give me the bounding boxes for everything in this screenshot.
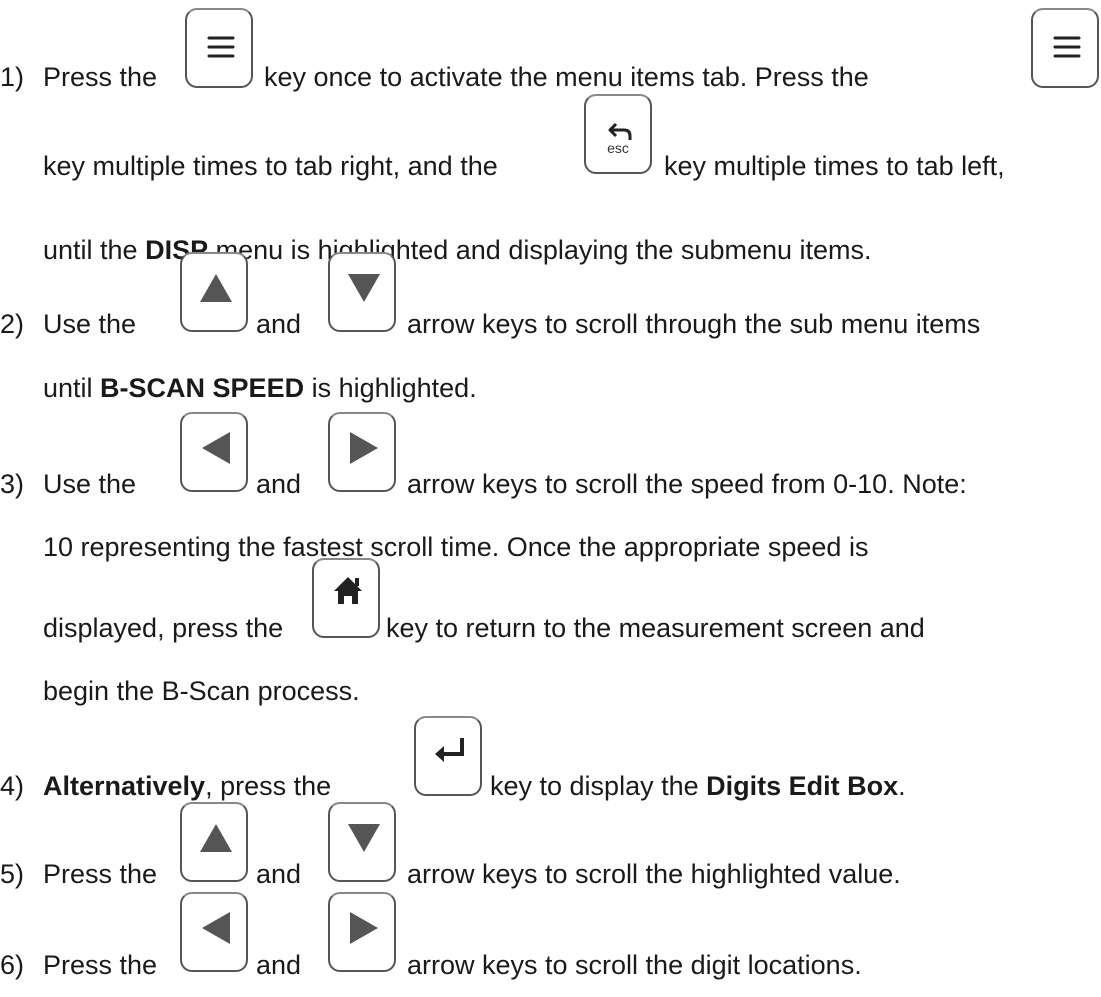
- step-number: 2): [0, 309, 25, 339]
- menu-key-icon: [1031, 8, 1099, 88]
- step-text: key to display the: [490, 771, 707, 801]
- step-text: until: [43, 373, 101, 403]
- step-text: and: [256, 469, 302, 499]
- home-key-icon: [312, 558, 380, 638]
- right-arrow-key-icon: [328, 892, 396, 972]
- menu-key-icon: [185, 8, 253, 88]
- step-text: arrow keys to scroll the speed from 0-10…: [407, 469, 967, 499]
- step-text: menu is highlighted and displaying the s…: [208, 235, 872, 265]
- step-text: key multiple times to tab right, and the: [43, 151, 498, 181]
- step-text: until the: [43, 235, 146, 265]
- up-arrow-key-icon: [180, 252, 248, 332]
- step-text: arrow keys to scroll the highlighted val…: [407, 859, 901, 889]
- down-arrow-key-icon: [328, 252, 396, 332]
- step-text: key to return to the measurement screen …: [386, 613, 925, 643]
- step-text: key once to activate the menu items tab.…: [264, 62, 869, 92]
- step-text: arrow keys to scroll through the sub men…: [407, 309, 981, 339]
- left-arrow-key-icon: [180, 412, 248, 492]
- step-text: and: [256, 950, 302, 980]
- right-arrow-key-icon: [328, 412, 396, 492]
- emphasis: Alternatively: [43, 771, 206, 801]
- step-number: 3): [0, 469, 25, 499]
- enter-key-icon: [414, 716, 482, 796]
- step-text: Press the: [43, 950, 158, 980]
- down-arrow-key-icon: [328, 802, 396, 882]
- step-text: Use the: [43, 469, 137, 499]
- esc-label: esc: [607, 140, 629, 156]
- step-number: 5): [0, 859, 25, 889]
- step-text: Use the: [43, 309, 137, 339]
- step-text: 10 representing the fastest scroll time.…: [43, 532, 869, 562]
- step-number: 6): [0, 950, 25, 980]
- step-number: 1): [0, 62, 25, 92]
- step-text: arrow keys to scroll the digit locations…: [407, 950, 862, 980]
- step-text: key multiple times to tab left,: [664, 151, 1005, 181]
- step-text: begin the B-Scan process.: [43, 676, 360, 706]
- left-arrow-key-icon: [180, 892, 248, 972]
- esc-key-icon: esc: [584, 94, 652, 174]
- step-text: displayed, press the: [43, 613, 284, 643]
- step-text: and: [256, 859, 302, 889]
- step-text: is highlighted.: [304, 373, 477, 403]
- step-text: , press the: [205, 771, 332, 801]
- step-text: .: [898, 771, 906, 801]
- step-text: Press the: [43, 62, 158, 92]
- step-number: 4): [0, 771, 25, 801]
- up-arrow-key-icon: [180, 802, 248, 882]
- setting-name: B-SCAN SPEED: [100, 373, 305, 403]
- step-text: and: [256, 309, 302, 339]
- box-name: Digits Edit Box: [706, 771, 899, 801]
- step-text: Press the: [43, 859, 158, 889]
